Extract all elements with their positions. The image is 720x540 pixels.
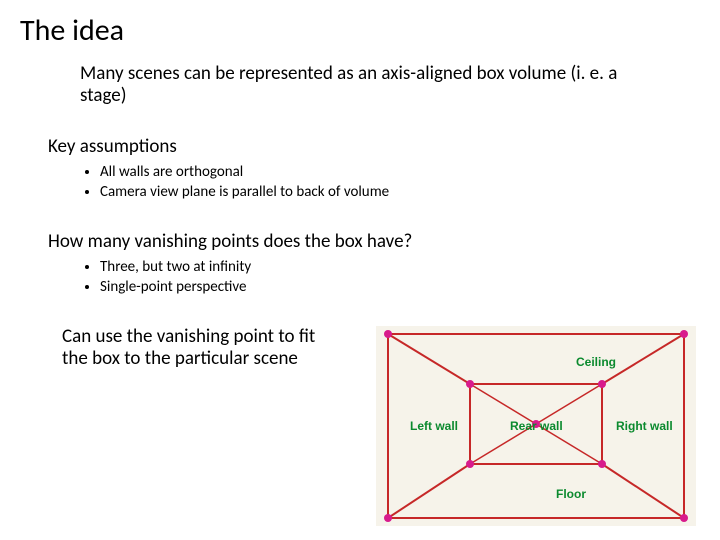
vp-line-tr [536, 384, 602, 424]
label-floor: Floor [556, 487, 586, 501]
label-ceiling: Ceiling [576, 355, 616, 369]
assumptions-list: All walls are orthogonal Camera view pla… [100, 162, 700, 203]
dot-outer-tr [680, 330, 688, 338]
slide-title: The idea [20, 12, 700, 49]
dot-inner-bl [466, 460, 474, 468]
list-item: Three, but two at infinity [100, 257, 700, 277]
assumptions-heading: Key assumptions [48, 135, 700, 158]
list-item: Camera view plane is parallel to back of… [100, 182, 700, 202]
answers-list: Three, but two at infinity Single-point … [100, 257, 700, 298]
edge-tl [388, 334, 470, 384]
diagram-svg: Ceiling Left wall Rear wall Right wall F… [376, 326, 696, 526]
dot-outer-br [680, 514, 688, 522]
vp-line-tl [470, 384, 536, 424]
list-item: Single-point perspective [100, 277, 700, 297]
dot-inner-br [598, 460, 606, 468]
question-heading: How many vanishing points does the box h… [48, 230, 700, 253]
label-rearwall: Rear wall [510, 419, 563, 433]
label-leftwall: Left wall [410, 419, 458, 433]
edge-br [602, 464, 684, 518]
dot-inner-tr [598, 380, 606, 388]
dot-inner-tl [466, 380, 474, 388]
edge-bl [388, 464, 470, 518]
dot-outer-tl [384, 330, 392, 338]
slide: The idea Many scenes can be represented … [0, 0, 720, 540]
label-rightwall: Right wall [616, 419, 673, 433]
dot-outer-bl [384, 514, 392, 522]
intro-text: Many scenes can be represented as an axi… [80, 63, 660, 107]
box-diagram: Ceiling Left wall Rear wall Right wall F… [376, 326, 696, 526]
final-text: Can use the vanishing point to fit the b… [62, 326, 322, 372]
list-item: All walls are orthogonal [100, 162, 700, 182]
